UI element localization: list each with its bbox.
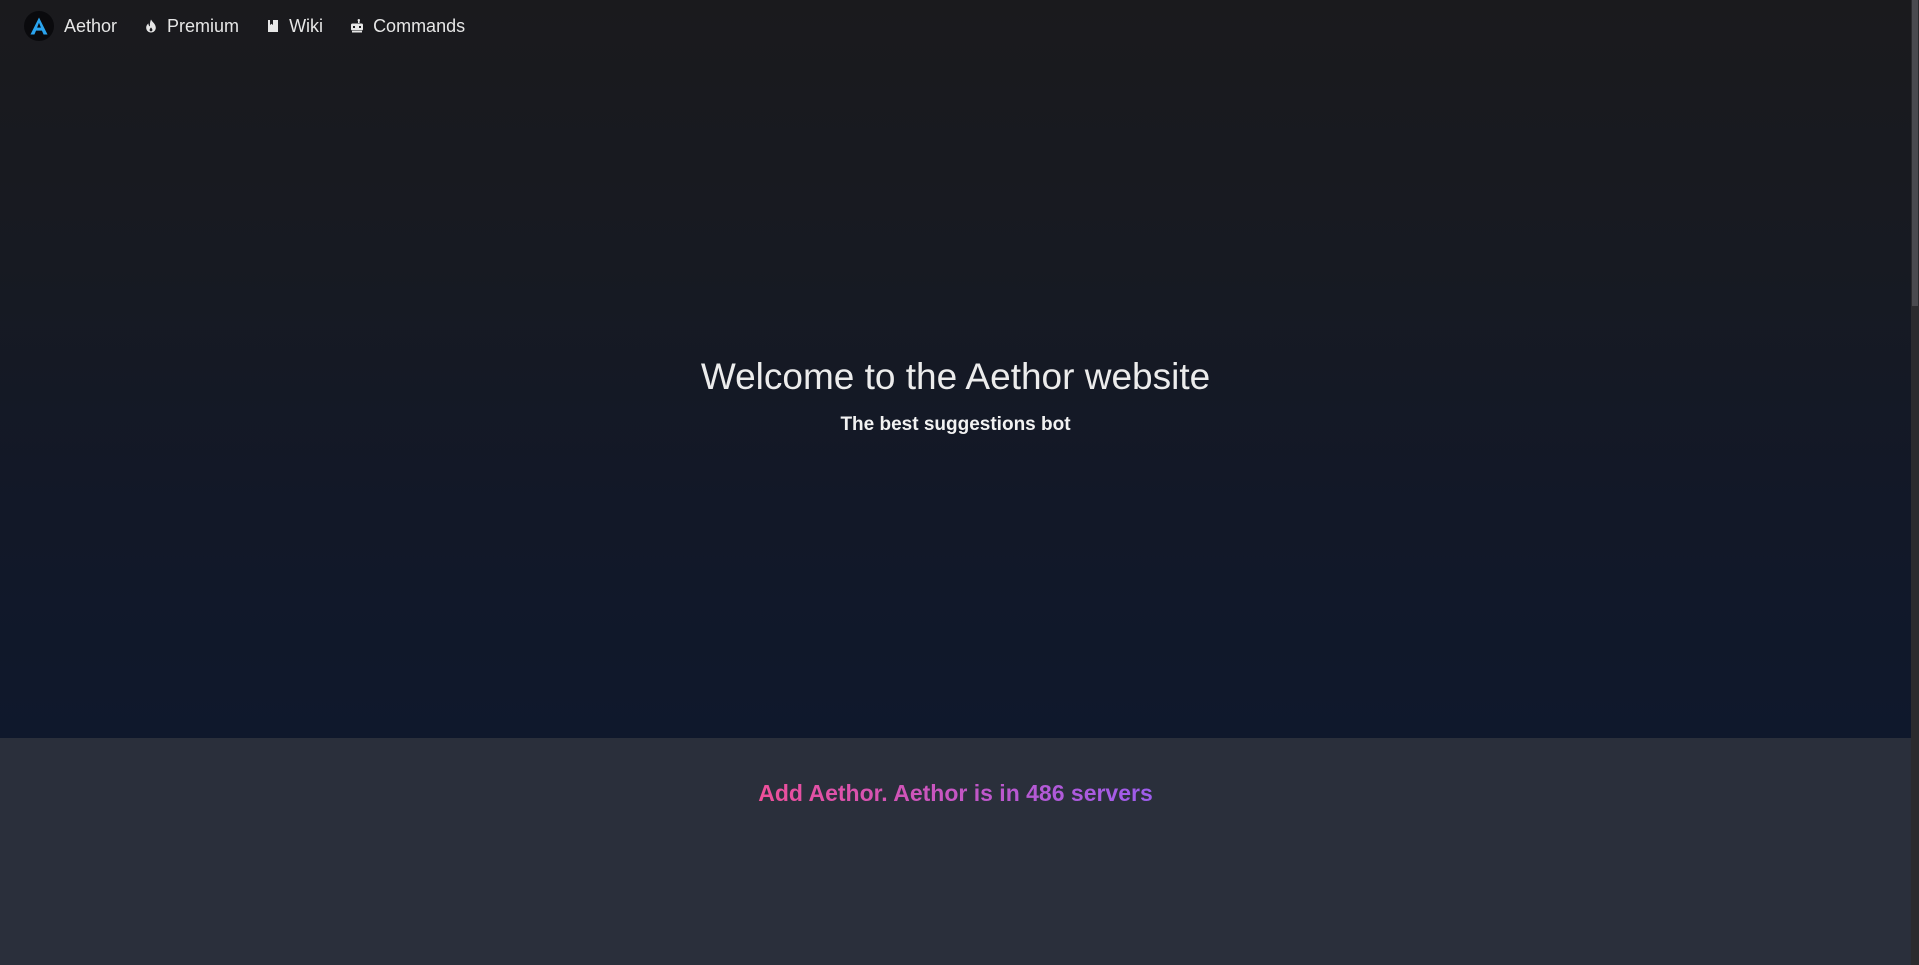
hero-subtitle: The best suggestions bot: [840, 414, 1071, 435]
stats-line: Add Aethor. Aethor is in 486 servers: [0, 778, 1911, 808]
robot-icon: [349, 18, 365, 34]
scrollbar-thumb[interactable]: [1912, 0, 1918, 306]
nav-brand-aethor[interactable]: Aethor: [24, 11, 117, 41]
stats-band: Add Aethor. Aethor is in 486 servers: [0, 738, 1911, 965]
add-aethor-server-count[interactable]: Add Aethor. Aethor is in 486 servers: [758, 778, 1153, 808]
aethor-logo-icon: [24, 11, 54, 41]
nav-item-wiki-label: Wiki: [289, 15, 324, 36]
fire-icon: [143, 18, 159, 34]
nav-item-premium[interactable]: Premium: [143, 16, 239, 37]
page-scrollbar[interactable]: [1911, 0, 1919, 965]
hero-title: Welcome to the Aethor website: [700, 356, 1211, 397]
hero-section: Aethor Premium Wiki Commands Welcome to …: [0, 0, 1911, 738]
nav-item-wiki[interactable]: Wiki: [265, 16, 323, 37]
hero-content: Welcome to the Aethor website The best s…: [0, 354, 1911, 438]
nav-brand-label: Aethor: [64, 15, 118, 36]
nav-item-commands-label: Commands: [373, 15, 466, 36]
top-navbar: Aethor Premium Wiki Commands: [0, 0, 1911, 52]
nav-item-premium-label: Premium: [167, 15, 240, 36]
nav-item-commands[interactable]: Commands: [349, 16, 465, 37]
book-icon: [265, 18, 281, 34]
page: Aethor Premium Wiki Commands Welcome to …: [0, 0, 1919, 965]
